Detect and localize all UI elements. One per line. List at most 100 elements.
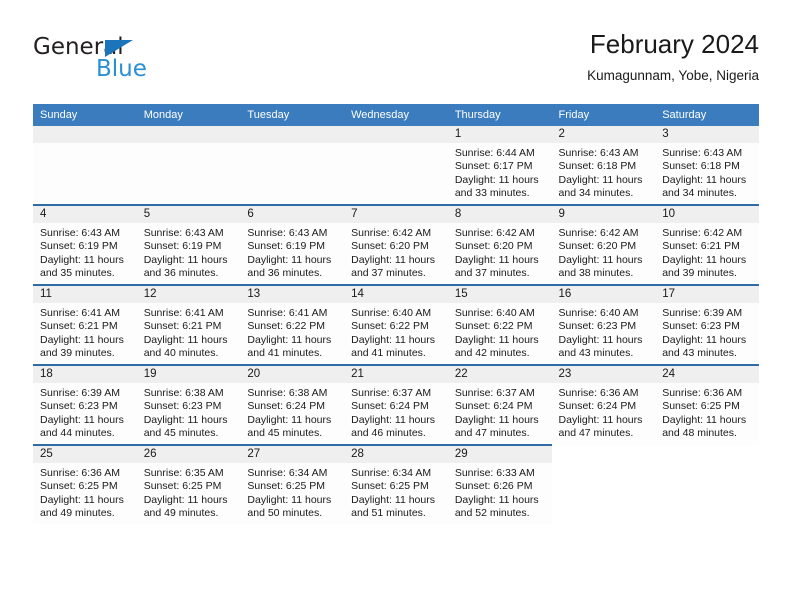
- sunrise-text: Sunrise: 6:42 AM: [662, 227, 743, 239]
- day-details: [655, 462, 759, 466]
- sunset-text: Sunset: 6:24 PM: [351, 400, 429, 413]
- day-cell[interactable]: 19 Sunrise: 6:38 AM Sunset: 6:23 PM Dayligh…: [136, 364, 241, 445]
- sunrise-text: Sunrise: 6:33 AM: [454, 467, 535, 479]
- sunrise-text: Sunrise: 6:43 AM: [40, 227, 120, 239]
- day-number: [655, 445, 759, 462]
- daylight-text-line2: and 43 minutes.: [662, 347, 737, 360]
- day-number: 8: [447, 206, 552, 223]
- day-cell[interactable]: [240, 126, 345, 205]
- daylight-text-line2: and 39 minutes.: [40, 347, 115, 360]
- day-cell[interactable]: 22 Sunrise: 6:37 AM Sunset: 6:24 PM Dayligh…: [447, 364, 552, 445]
- daylight-text-line1: Daylight: 11 hours: [247, 253, 332, 266]
- day-cell-empty: [655, 445, 759, 524]
- day-cell[interactable]: [136, 126, 241, 205]
- sunset-text: Sunset: 6:24 PM: [558, 400, 637, 413]
- sunrise-text: Sunrise: 6:36 AM: [40, 467, 120, 479]
- day-cell[interactable]: 4 Sunrise: 6:43 AM Sunset: 6:19 PM Daylight…: [33, 204, 137, 285]
- day-details: Sunrise: 6:42 AM Sunset: 6:20 PM Daylight:…: [448, 223, 552, 281]
- day-cell[interactable]: 25 Sunrise: 6:36 AM Sunset: 6:25 PM Dayligh…: [33, 444, 137, 524]
- day-number: 3: [655, 126, 759, 143]
- day-cell[interactable]: 3 Sunrise: 6:43 AM Sunset: 6:18 PM Daylight…: [655, 126, 759, 205]
- sunset-text: Sunset: 6:19 PM: [40, 240, 118, 253]
- day-number: 1: [447, 126, 552, 143]
- sunrise-text: Sunrise: 6:43 AM: [143, 227, 224, 239]
- day-cell[interactable]: 21 Sunrise: 6:37 AM Sunset: 6:24 PM Dayligh…: [344, 364, 448, 445]
- logo-triangle-icon: [105, 40, 133, 57]
- day-cell[interactable]: 28 Sunrise: 6:34 AM Sunset: 6:25 PM Dayligh…: [344, 444, 448, 524]
- day-cell[interactable]: 18 Sunrise: 6:39 AM Sunset: 6:23 PM Dayligh…: [33, 364, 137, 445]
- day-cell[interactable]: [33, 126, 137, 205]
- sunrise-text: Sunrise: 6:39 AM: [40, 387, 120, 399]
- day-cell[interactable]: 13 Sunrise: 6:41 AM Sunset: 6:22 PM Dayligh…: [240, 284, 345, 365]
- day-cell[interactable]: 23 Sunrise: 6:36 AM Sunset: 6:24 PM Dayligh…: [551, 364, 656, 445]
- day-number: [136, 126, 241, 143]
- daylight-text-line1: Daylight: 11 hours: [247, 493, 332, 506]
- day-details: Sunrise: 6:42 AM Sunset: 6:20 PM Daylight:…: [344, 223, 448, 281]
- daylight-text-line1: Daylight: 11 hours: [662, 173, 747, 186]
- day-cell[interactable]: 1 Sunrise: 6:44 AM Sunset: 6:17 PM Daylight…: [447, 126, 552, 205]
- calendar-page: General Blue February 2024 Kumagunnam, Y…: [0, 0, 792, 612]
- day-details: Sunrise: 6:43 AM Sunset: 6:19 PM Daylight:…: [33, 223, 137, 281]
- daylight-text-line1: Daylight: 11 hours: [454, 413, 539, 426]
- daylight-text-line2: and 33 minutes.: [454, 187, 530, 200]
- day-number: 9: [551, 206, 656, 223]
- sunrise-text: Sunrise: 6:35 AM: [143, 467, 224, 479]
- day-cell[interactable]: 8 Sunrise: 6:42 AM Sunset: 6:20 PM Daylight…: [447, 204, 552, 285]
- day-cell[interactable]: 7 Sunrise: 6:42 AM Sunset: 6:20 PM Daylight…: [344, 204, 448, 285]
- daylight-text-line2: and 42 minutes.: [454, 347, 530, 360]
- daylight-text-line1: Daylight: 11 hours: [143, 333, 228, 346]
- day-cell[interactable]: 10 Sunrise: 6:42 AM Sunset: 6:21 PM Dayligh…: [655, 204, 759, 285]
- day-cell[interactable]: 26 Sunrise: 6:35 AM Sunset: 6:25 PM Dayligh…: [136, 444, 241, 524]
- day-cell[interactable]: 14 Sunrise: 6:40 AM Sunset: 6:22 PM Dayligh…: [344, 284, 448, 365]
- sunrise-text: Sunrise: 6:42 AM: [454, 227, 535, 239]
- day-cell[interactable]: 6 Sunrise: 6:43 AM Sunset: 6:19 PM Daylight…: [240, 204, 345, 285]
- sunset-text: Sunset: 6:25 PM: [247, 480, 326, 493]
- sunrise-text: Sunrise: 6:43 AM: [247, 227, 328, 239]
- weekday-header-monday: Monday: [136, 104, 241, 126]
- day-details: Sunrise: 6:44 AM Sunset: 6:17 PM Daylight:…: [448, 143, 552, 201]
- day-number: 7: [344, 206, 448, 223]
- sunset-text: Sunset: 6:21 PM: [40, 320, 118, 333]
- sunset-text: Sunset: 6:22 PM: [247, 320, 326, 333]
- sunset-text: Sunset: 6:20 PM: [558, 240, 637, 253]
- day-number: 17: [655, 286, 759, 303]
- week-row: 1 Sunrise: 6:44 AM Sunset: 6:17 PM Daylight…: [33, 126, 759, 205]
- sunrise-text: Sunrise: 6:37 AM: [454, 387, 535, 399]
- day-cell[interactable]: 2 Sunrise: 6:43 AM Sunset: 6:18 PM Daylight…: [551, 126, 656, 205]
- day-cell[interactable]: 9 Sunrise: 6:42 AM Sunset: 6:20 PM Daylight…: [551, 204, 656, 285]
- sunset-text: Sunset: 6:18 PM: [662, 160, 740, 173]
- daylight-text-line2: and 50 minutes.: [247, 507, 323, 520]
- daylight-text-line2: and 34 minutes.: [662, 187, 737, 200]
- daylight-text-line1: Daylight: 11 hours: [454, 173, 539, 186]
- weekday-header-saturday: Saturday: [655, 104, 759, 126]
- daylight-text-line1: Daylight: 11 hours: [662, 413, 747, 426]
- sunset-text: Sunset: 6:22 PM: [454, 320, 533, 333]
- day-details: [137, 143, 241, 147]
- day-cell[interactable]: 29 Sunrise: 6:33 AM Sunset: 6:26 PM Dayligh…: [447, 444, 552, 524]
- sunrise-text: Sunrise: 6:42 AM: [351, 227, 432, 239]
- calendar-body: 1 Sunrise: 6:44 AM Sunset: 6:17 PM Daylight…: [33, 126, 759, 524]
- day-cell[interactable]: 17 Sunrise: 6:39 AM Sunset: 6:23 PM Dayligh…: [655, 284, 759, 365]
- day-cell[interactable]: 27 Sunrise: 6:34 AM Sunset: 6:25 PM Dayligh…: [240, 444, 345, 524]
- day-cell[interactable]: 15 Sunrise: 6:40 AM Sunset: 6:22 PM Dayligh…: [447, 284, 552, 365]
- day-details: Sunrise: 6:43 AM Sunset: 6:18 PM Daylight:…: [655, 143, 759, 201]
- day-number: 18: [33, 366, 137, 383]
- day-cell[interactable]: 12 Sunrise: 6:41 AM Sunset: 6:21 PM Dayligh…: [136, 284, 241, 365]
- day-cell[interactable]: 11 Sunrise: 6:41 AM Sunset: 6:21 PM Dayligh…: [33, 284, 137, 365]
- day-number: 16: [551, 286, 656, 303]
- daylight-text-line1: Daylight: 11 hours: [40, 413, 124, 426]
- day-details: Sunrise: 6:40 AM Sunset: 6:23 PM Daylight:…: [552, 303, 656, 361]
- day-cell[interactable]: 24 Sunrise: 6:36 AM Sunset: 6:25 PM Dayligh…: [655, 364, 759, 445]
- day-details: [344, 143, 448, 147]
- day-details: Sunrise: 6:38 AM Sunset: 6:23 PM Daylight:…: [137, 383, 241, 441]
- daylight-text-line1: Daylight: 11 hours: [40, 333, 124, 346]
- sunset-text: Sunset: 6:26 PM: [454, 480, 533, 493]
- day-cell[interactable]: 16 Sunrise: 6:40 AM Sunset: 6:23 PM Dayligh…: [551, 284, 656, 365]
- day-cell[interactable]: 5 Sunrise: 6:43 AM Sunset: 6:19 PM Daylight…: [136, 204, 241, 285]
- daylight-text-line2: and 49 minutes.: [143, 507, 219, 520]
- day-details: Sunrise: 6:42 AM Sunset: 6:20 PM Daylight:…: [552, 223, 656, 281]
- week-row: 4 Sunrise: 6:43 AM Sunset: 6:19 PM Daylight…: [33, 204, 759, 285]
- day-cell[interactable]: 20 Sunrise: 6:38 AM Sunset: 6:24 PM Dayligh…: [240, 364, 345, 445]
- daylight-text-line1: Daylight: 11 hours: [558, 333, 643, 346]
- day-cell[interactable]: [344, 126, 448, 205]
